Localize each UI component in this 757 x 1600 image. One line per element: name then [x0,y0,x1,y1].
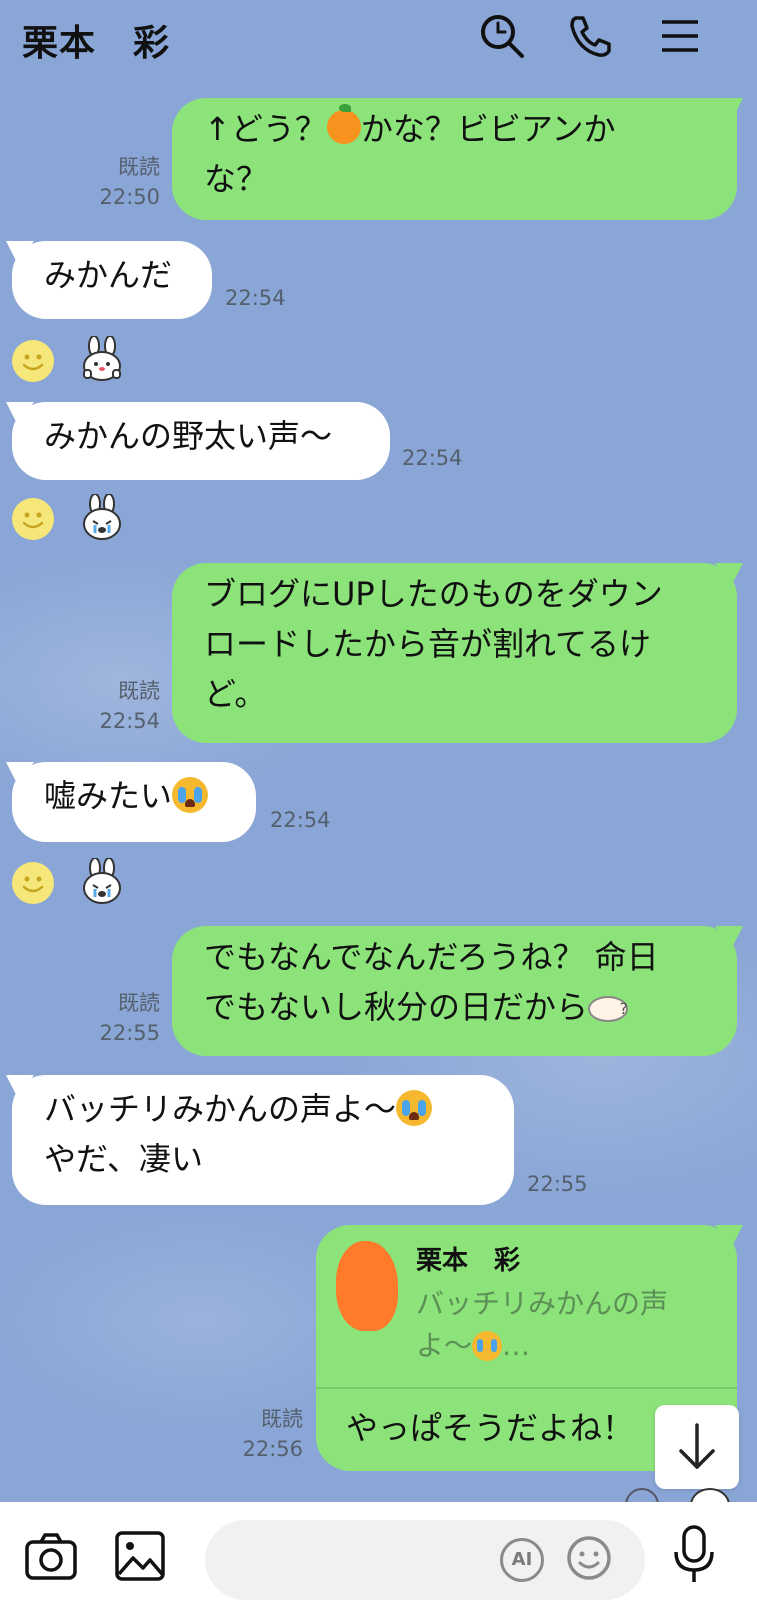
message-bubble-outgoing[interactable]: ブログにUPしたのものをダウン ロードしたから音が割れてるけ ど。 [172,563,737,743]
reaction-smile-icon[interactable] [12,498,54,540]
message-time: 22:55 [527,1172,588,1196]
ai-button[interactable]: AI [500,1538,544,1582]
read-receipt: 既読 22:50 [99,155,160,209]
read-receipt: 既読 22:56 [242,1407,303,1461]
message-time: 22:54 [225,286,286,310]
emoji-icon[interactable] [565,1534,613,1586]
message-bubble-incoming[interactable]: みかんの野太い声〜 [12,402,390,480]
menu-icon[interactable] [656,12,704,60]
confused-face-emoji: ? [588,988,629,1022]
message-bubble-incoming[interactable]: みかんだ [12,241,212,319]
reply-sender-name: 栗本 彩 [416,1246,521,1276]
scroll-to-bottom-button[interactable] [655,1405,739,1489]
search-icon[interactable] [478,12,526,60]
crying-face-emoji [472,1331,503,1361]
crying-face-emoji [172,777,209,813]
reply-quote-text: バッチリみかんの声 よ〜… [416,1287,669,1362]
reaction-smile-icon[interactable] [12,862,54,904]
mic-icon[interactable] [672,1524,716,1588]
tangerine-emoji [326,104,361,144]
message-input[interactable]: AI [205,1520,645,1600]
chat-title: 栗本 彩 [22,23,171,64]
read-receipt: 既読 22:55 [99,991,160,1045]
message-input-bar: AI [0,1502,757,1600]
bunny-sticker-icon [78,335,126,384]
crying-face-emoji [396,1090,433,1126]
message-time: 22:54 [402,446,463,470]
chat-header: 栗本 彩 [0,0,757,80]
arrow-down-icon [679,1423,715,1469]
phone-icon[interactable] [566,12,614,60]
crying-bunny-sticker-icon [78,857,126,906]
camera-icon[interactable] [24,1532,78,1586]
crying-bunny-sticker-icon [78,493,126,542]
message-bubble-incoming[interactable]: バッチリみかんの声よ〜 やだ、凄い [12,1075,514,1205]
message-text: やっぱそうだよね！ [346,1409,635,1447]
reply-avatar [336,1241,398,1331]
message-bubble-outgoing[interactable]: でもなんでなんだろうね？ 命日 でもないし秋分の日だから? [172,926,737,1056]
message-time: 22:54 [270,808,331,832]
message-bubble-outgoing[interactable]: ↑どう？ かな？ビビアンか な？ [172,98,737,220]
reply-divider [316,1387,737,1389]
read-receipt: 既読 22:54 [99,679,160,733]
reaction-smile-icon[interactable] [12,340,54,382]
message-bubble-incoming[interactable]: 嘘みたい [12,762,256,842]
image-icon[interactable] [114,1530,166,1586]
